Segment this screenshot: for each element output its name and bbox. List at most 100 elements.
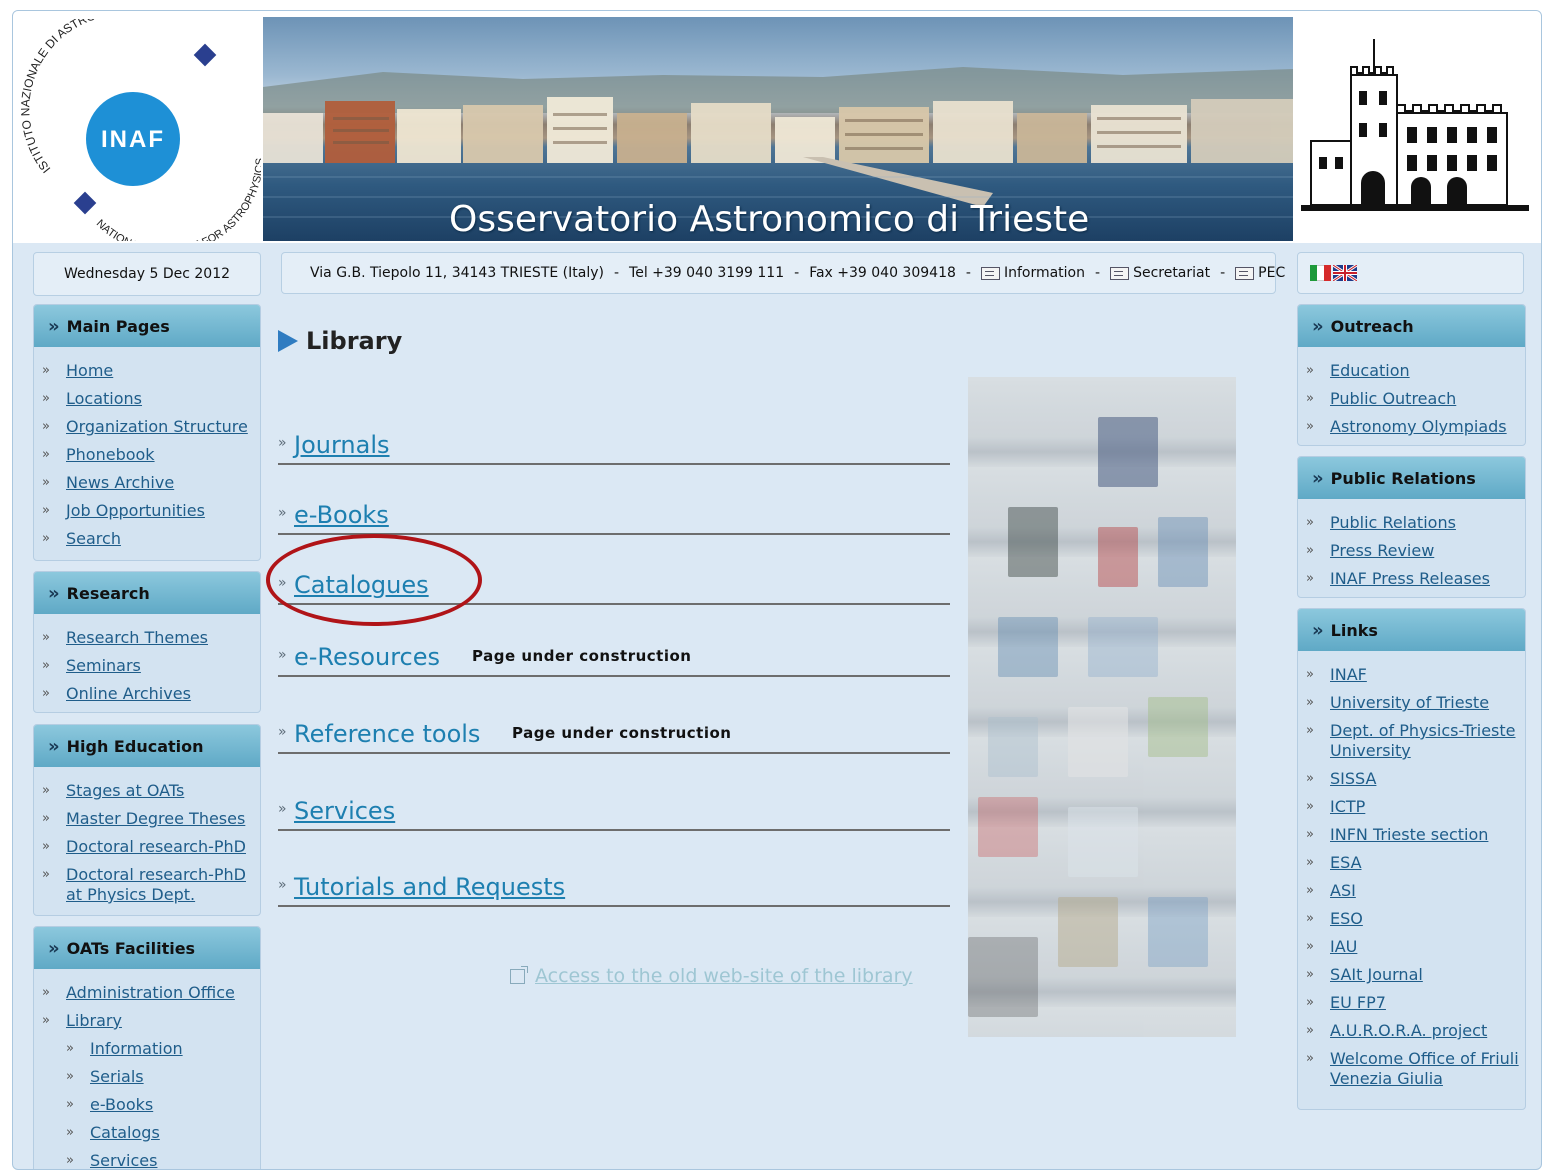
- fax-text: Fax +39 040 309418: [809, 265, 956, 281]
- bullet-icon: »: [1306, 883, 1314, 898]
- nav-library-ebooks[interactable]: » e-Books: [34, 1091, 260, 1119]
- link-bullet-icon: »: [278, 647, 287, 663]
- nav-home[interactable]: » Home: [34, 357, 260, 385]
- double-chevron-icon: »: [48, 582, 60, 604]
- link-esa[interactable]: » ESA: [1298, 849, 1525, 877]
- bullet-icon: »: [42, 686, 50, 701]
- link-bullet-icon: »: [278, 724, 287, 740]
- link-tutorials[interactable]: » Tutorials and Requests: [278, 861, 950, 907]
- link-sait-journal[interactable]: » SAIt Journal: [1298, 961, 1525, 989]
- address-text: Via G.B. Tiepolo 11, 34143 TRIESTE (Ital…: [310, 265, 604, 281]
- nav-library-information[interactable]: » Information: [34, 1035, 260, 1063]
- double-chevron-icon: »: [48, 315, 60, 337]
- link-journals[interactable]: » Journals: [278, 419, 950, 465]
- link-eresources[interactable]: » e-Resources Page under construction: [278, 631, 950, 677]
- bullet-icon: »: [1306, 363, 1314, 378]
- nav-research-themes[interactable]: » Research Themes: [34, 624, 260, 652]
- link-eu-fp7[interactable]: » EU FP7: [1298, 989, 1525, 1017]
- link-services[interactable]: » Services: [278, 785, 950, 831]
- nav-master-theses[interactable]: » Master Degree Theses: [34, 805, 260, 833]
- nav-astronomy-olympiads[interactable]: » Astronomy Olympiads: [1298, 413, 1525, 441]
- nav-search[interactable]: » Search: [34, 525, 260, 553]
- outreach-box: » Outreach » Education » Public Outreach » A…: [1297, 304, 1526, 446]
- current-date: Wednesday 5 Dec 2012: [63, 266, 231, 282]
- nav-seminars[interactable]: » Seminars: [34, 652, 260, 680]
- link-university-trieste[interactable]: » University of Trieste: [1298, 689, 1525, 717]
- bullet-icon: »: [42, 503, 50, 518]
- bullet-icon: »: [1306, 1051, 1314, 1066]
- link-infn[interactable]: » INFN Trieste section: [1298, 821, 1525, 849]
- nav-doctoral-phd-physics[interactable]: » Doctoral research-PhD at Physics Dept.: [34, 861, 260, 909]
- link-bullet-icon: »: [278, 435, 287, 451]
- nav-press-review[interactable]: » Press Review: [1298, 537, 1525, 565]
- bullet-icon: »: [1306, 911, 1314, 926]
- link-ebooks[interactable]: » e-Books: [278, 489, 950, 535]
- secretariat-label: Secretariat: [1133, 265, 1211, 281]
- link-bullet-icon: »: [278, 877, 287, 893]
- nav-library[interactable]: » Library: [34, 1007, 260, 1035]
- title-arrow-icon: [278, 330, 298, 352]
- date-bar: Wednesday 5 Dec 2012: [33, 252, 261, 296]
- information-link[interactable]: Information: [980, 265, 1085, 281]
- nav-library-services[interactable]: » Services: [34, 1147, 260, 1169]
- high-education-header: » High Education: [34, 725, 260, 767]
- mail-icon: [1110, 266, 1130, 280]
- information-label: Information: [1003, 265, 1085, 281]
- link-aurora[interactable]: » A.U.R.O.R.A. project: [1298, 1017, 1525, 1045]
- nav-locations[interactable]: » Locations: [34, 385, 260, 413]
- bullet-icon: »: [1306, 995, 1314, 1010]
- bullet-icon: »: [1306, 543, 1314, 558]
- nav-library-catalogs[interactable]: » Catalogs: [34, 1119, 260, 1147]
- old-site-link[interactable]: Access to the old web-site of the librar…: [510, 965, 913, 987]
- nav-organization-structure[interactable]: » Organization Structure: [34, 413, 260, 441]
- bullet-icon: »: [42, 985, 50, 1000]
- italian-flag-icon[interactable]: [1310, 265, 1331, 281]
- links-header: » Links: [1298, 609, 1525, 651]
- under-construction-note: Page under construction: [472, 647, 692, 665]
- nav-phonebook[interactable]: » Phonebook: [34, 441, 260, 469]
- tel-text: Tel +39 040 3199 111: [629, 265, 785, 281]
- mail-icon: [980, 266, 1000, 280]
- nav-job-opportunities[interactable]: » Job Opportunities: [34, 497, 260, 525]
- bullet-icon: »: [42, 867, 50, 882]
- link-iau[interactable]: » IAU: [1298, 933, 1525, 961]
- secretariat-link[interactable]: Secretariat: [1110, 265, 1210, 281]
- bullet-icon: »: [42, 531, 50, 546]
- nav-public-relations[interactable]: » Public Relations: [1298, 509, 1525, 537]
- nav-inaf-press-releases[interactable]: » INAF Press Releases: [1298, 565, 1525, 593]
- public-relations-box: » Public Relations » Public Relations » Pre…: [1297, 456, 1526, 598]
- link-bullet-icon: »: [278, 801, 287, 817]
- nav-online-archives[interactable]: » Online Archives: [34, 680, 260, 708]
- link-reference-tools[interactable]: » Reference tools Page under constructio…: [278, 708, 950, 754]
- bullet-icon: »: [1306, 771, 1314, 786]
- double-chevron-icon: »: [1312, 619, 1324, 641]
- link-asi[interactable]: » ASI: [1298, 877, 1525, 905]
- main-pages-header: » Main Pages: [34, 305, 260, 347]
- link-ictp[interactable]: » ICTP: [1298, 793, 1525, 821]
- nav-education[interactable]: » Education: [1298, 357, 1525, 385]
- english-flag-icon[interactable]: [1332, 263, 1358, 283]
- nav-stages[interactable]: » Stages at OATs: [34, 777, 260, 805]
- nav-doctoral-phd[interactable]: » Doctoral research-PhD: [34, 833, 260, 861]
- nav-administration-office[interactable]: » Administration Office: [34, 979, 260, 1007]
- link-sissa[interactable]: » SISSA: [1298, 765, 1525, 793]
- banner-title: Osservatorio Astronomico di Trieste: [449, 199, 1090, 240]
- nav-public-outreach[interactable]: » Public Outreach: [1298, 385, 1525, 413]
- link-welcome-office[interactable]: » Welcome Office of Friuli Venezia Giulia: [1298, 1045, 1525, 1093]
- nav-news-archive[interactable]: » News Archive: [34, 469, 260, 497]
- nav-library-serials[interactable]: » Serials: [34, 1063, 260, 1091]
- pec-link[interactable]: PEC: [1235, 265, 1285, 281]
- double-chevron-icon: »: [48, 735, 60, 757]
- highlight-circle: [266, 534, 482, 626]
- contact-bar: Via G.B. Tiepolo 11, 34143 TRIESTE (Ital…: [281, 252, 1285, 294]
- bullet-icon: »: [42, 1013, 50, 1028]
- bullet-icon: »: [42, 839, 50, 854]
- bullet-icon: »: [66, 1097, 74, 1112]
- research-box: » Research » Research Themes » Seminars » On…: [33, 571, 261, 713]
- bullet-icon: »: [42, 475, 50, 490]
- bullet-icon: »: [42, 783, 50, 798]
- link-inaf[interactable]: » INAF: [1298, 661, 1525, 689]
- inaf-logo[interactable]: INAF ISTITUTO NAZIONALE DI ASTROFISICA N…: [18, 11, 266, 257]
- link-dept-physics[interactable]: » Dept. of Physics-Trieste University: [1298, 717, 1525, 765]
- link-eso[interactable]: » ESO: [1298, 905, 1525, 933]
